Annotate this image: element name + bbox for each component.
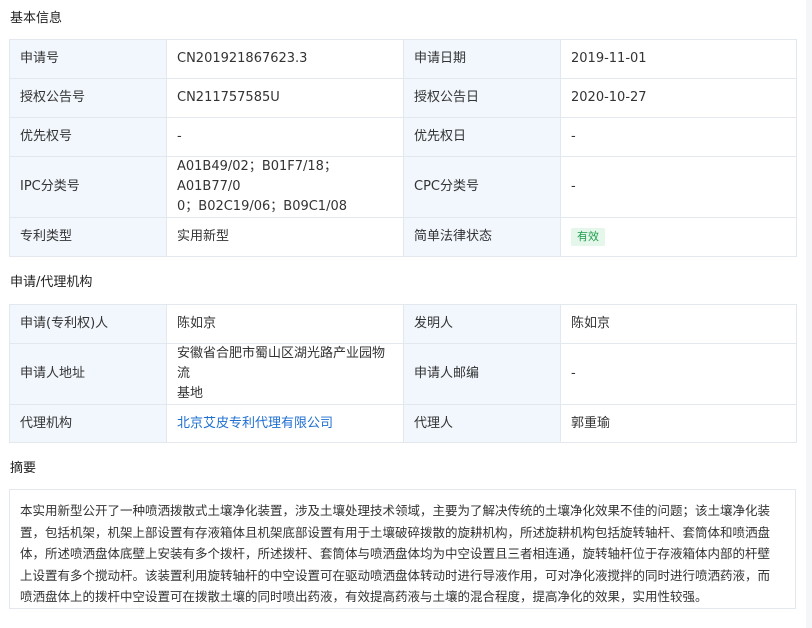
applicant-address-label: 申请人地址 xyxy=(9,343,167,405)
legal-status-label: 简单法律状态 xyxy=(403,217,561,257)
inventor-value: 陈如京 xyxy=(560,304,797,344)
grant-publication-number-label: 授权公告号 xyxy=(9,78,167,118)
priority-date-value: - xyxy=(560,117,797,157)
table-row: 代理机构 北京艾皮专利代理有限公司 代理人 郭重瑜 xyxy=(9,404,797,443)
section-title-abstract: 摘要 xyxy=(10,461,37,476)
priority-number-value: - xyxy=(166,117,404,157)
application-date-label: 申请日期 xyxy=(403,39,561,79)
abstract-line: 喷洒盘体上的拨杆中空设置可在拨散土壤的同时喷出药液，有效提高药液与土壤的混合程度… xyxy=(20,589,708,604)
grant-publication-number-value: CN211757585U xyxy=(166,78,404,118)
cpc-classification-label: CPC分类号 xyxy=(403,156,561,218)
legal-status-cell: 有效 xyxy=(560,217,797,257)
abstract-line: 置，包括机架，机架上部设置有存液箱体且机架底部设置有用于土壤破碎拨散的旋耕机构，… xyxy=(20,524,771,540)
scrollbar-track[interactable] xyxy=(806,0,812,628)
patent-type-value: 实用新型 xyxy=(166,217,404,257)
table-row: 优先权号 - 优先权日 - xyxy=(9,117,797,157)
table-row: 授权公告号 CN211757585U 授权公告日 2020-10-27 xyxy=(9,78,797,118)
table-row: 申请(专利权)人 陈如京 发明人 陈如京 xyxy=(9,304,797,344)
patent-type-label: 专利类型 xyxy=(9,217,167,257)
table-row: 申请人地址 安徽省合肥市蜀山区湖光路产业园物流 基地 申请人邮编 - xyxy=(9,343,797,405)
table-row: 申请号 CN201921867623.3 申请日期 2019-11-01 xyxy=(9,39,797,79)
applicant-postcode-label: 申请人邮编 xyxy=(403,343,561,405)
agency-label: 代理机构 xyxy=(9,404,167,443)
section-title-applicant-agency: 申请/代理机构 xyxy=(10,275,93,290)
priority-number-label: 优先权号 xyxy=(9,117,167,157)
table-row: IPC分类号 A01B49/02；B01F7/18；A01B77/0 0；B02… xyxy=(9,156,797,218)
application-number-label: 申请号 xyxy=(9,39,167,79)
priority-date-label: 优先权日 xyxy=(403,117,561,157)
abstract-line: 本实用新型公开了一种喷洒拨散式土壤净化装置，涉及土壤处理技术领域，主要为了解决传… xyxy=(20,503,771,518)
abstract-box: 本实用新型公开了一种喷洒拨散式土壤净化装置，涉及土壤处理技术领域，主要为了解决传… xyxy=(9,489,796,609)
basic-info-table: 申请号 CN201921867623.3 申请日期 2019-11-01 授权公… xyxy=(9,39,797,257)
ipc-classification-line: A01B49/02；B01F7/18；A01B77/0 xyxy=(177,159,337,194)
ipc-classification-value: A01B49/02；B01F7/18；A01B77/0 0；B02C19/06；… xyxy=(166,156,404,218)
application-number-value: CN201921867623.3 xyxy=(166,39,404,79)
applicant-postcode-value: - xyxy=(560,343,797,405)
grant-publication-date-value: 2020-10-27 xyxy=(560,78,797,118)
legal-status-badge: 有效 xyxy=(571,228,605,246)
grant-publication-date-label: 授权公告日 xyxy=(403,78,561,118)
inventor-label: 发明人 xyxy=(403,304,561,344)
application-date-value: 2019-11-01 xyxy=(560,39,797,79)
applicant-address-value: 安徽省合肥市蜀山区湖光路产业园物流 基地 xyxy=(166,343,404,405)
applicant-value: 陈如京 xyxy=(166,304,404,344)
abstract-line: 体，所述喷洒盘体底壁上安装有多个拨杆，所述拨杆、套筒体与喷洒盘体均为中空设置且三… xyxy=(20,546,771,561)
applicant-agency-table: 申请(专利权)人 陈如京 发明人 陈如京 申请人地址 安徽省合肥市蜀山区湖光路产… xyxy=(9,304,797,443)
section-title-basic-info: 基本信息 xyxy=(10,11,63,26)
ipc-classification-line: 0；B02C19/06；B09C1/08 xyxy=(177,199,348,214)
agent-label: 代理人 xyxy=(403,404,561,443)
address-line: 安徽省合肥市蜀山区湖光路产业园物流 xyxy=(177,346,386,381)
address-line: 基地 xyxy=(177,386,204,401)
cpc-classification-value: - xyxy=(560,156,797,218)
agency-link[interactable]: 北京艾皮专利代理有限公司 xyxy=(177,416,333,431)
ipc-classification-label: IPC分类号 xyxy=(9,156,167,218)
agent-value: 郭重瑜 xyxy=(560,404,797,443)
agency-cell: 北京艾皮专利代理有限公司 xyxy=(166,404,404,443)
table-row: 专利类型 实用新型 简单法律状态 有效 xyxy=(9,217,797,257)
abstract-line: 上设置有多个搅动杆。该装置利用旋转轴杆的中空设置可在驱动喷洒盘体转动时进行导液作… xyxy=(20,567,771,583)
applicant-label: 申请(专利权)人 xyxy=(9,304,167,344)
